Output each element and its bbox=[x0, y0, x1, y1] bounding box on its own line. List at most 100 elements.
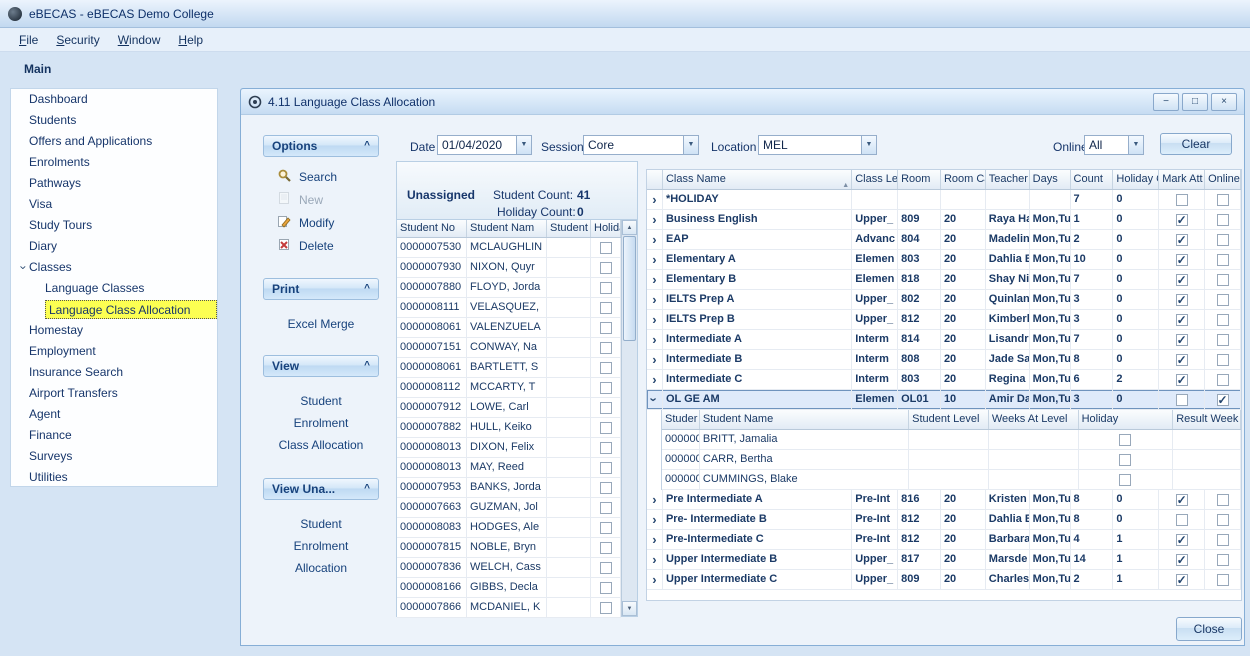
clear-button[interactable]: Clear bbox=[1160, 133, 1232, 155]
detail-column-header-studer[interactable]: Studer bbox=[662, 410, 700, 429]
expand-icon[interactable]: › bbox=[652, 313, 656, 326]
mark-att-checkbox[interactable] bbox=[1176, 554, 1188, 566]
holiday-checkbox[interactable] bbox=[1119, 434, 1131, 446]
view-class-allocation-link[interactable]: Class Allocation bbox=[263, 434, 379, 456]
column-header-mark-att[interactable]: Mark Att bbox=[1159, 170, 1205, 189]
mark-att-checkbox[interactable] bbox=[1176, 394, 1188, 406]
online-checkbox[interactable] bbox=[1217, 234, 1229, 246]
holiday-checkbox[interactable] bbox=[600, 582, 612, 594]
online-checkbox[interactable] bbox=[1217, 494, 1229, 506]
class-row[interactable]: ›OL GE AMElemenOL0110Amir DaMon,Tu30 bbox=[647, 390, 1241, 410]
online-checkbox[interactable] bbox=[1217, 214, 1229, 226]
scroll-down-icon[interactable]: ▼ bbox=[622, 601, 637, 616]
sidebar-item-dashboard[interactable]: Dashboard bbox=[11, 89, 217, 110]
online-checkbox[interactable] bbox=[1217, 354, 1229, 366]
mark-att-checkbox[interactable] bbox=[1176, 334, 1188, 346]
sidebar-item-homestay[interactable]: Homestay bbox=[11, 320, 217, 341]
unassigned-row[interactable]: 0000007882HULL, Keiko bbox=[397, 418, 621, 438]
detail-column-header-weeks-at-level[interactable]: Weeks At Level bbox=[989, 410, 1079, 429]
holiday-checkbox[interactable] bbox=[600, 482, 612, 494]
class-row[interactable]: ›Pre- Intermediate BPre-Int81220Dahlia E… bbox=[647, 510, 1241, 530]
unassigned-row[interactable]: 0000007880FLOYD, Jorda bbox=[397, 278, 621, 298]
mark-att-checkbox[interactable] bbox=[1176, 514, 1188, 526]
holiday-checkbox[interactable] bbox=[600, 542, 612, 554]
dropdown-icon[interactable]: ▼ bbox=[516, 136, 531, 154]
class-row[interactable]: ›EAPAdvanc80420MadelinMon,Tu20 bbox=[647, 230, 1241, 250]
options-panel-header[interactable]: Options ^ bbox=[263, 135, 379, 157]
class-row[interactable]: ›Pre-Intermediate CPre-Int81220BarbaraMo… bbox=[647, 530, 1241, 550]
sidebar-item-agent[interactable]: Agent bbox=[11, 404, 217, 425]
class-row[interactable]: ›Intermediate CInterm80320ReginaMon,Tu62 bbox=[647, 370, 1241, 390]
view-unassigned-panel-header[interactable]: View Una... ^ bbox=[263, 478, 379, 500]
holiday-checkbox[interactable] bbox=[600, 422, 612, 434]
mark-att-checkbox[interactable] bbox=[1176, 254, 1188, 266]
expand-icon[interactable]: › bbox=[652, 273, 656, 286]
sidebar-item-study-tours[interactable]: Study Tours bbox=[11, 215, 217, 236]
column-header-class-name[interactable]: Class Name▲ bbox=[663, 170, 852, 189]
menu-item-security[interactable]: Security bbox=[47, 30, 108, 50]
unassigned-row[interactable]: 0000007663GUZMAN, Jol bbox=[397, 498, 621, 518]
mark-att-checkbox[interactable] bbox=[1176, 234, 1188, 246]
holiday-checkbox[interactable] bbox=[600, 562, 612, 574]
sidebar-item-visa[interactable]: Visa bbox=[11, 194, 217, 215]
unassigned-row[interactable]: 0000008112MCCARTY, T bbox=[397, 378, 621, 398]
modify-button[interactable]: Modify bbox=[263, 211, 379, 234]
expand-icon[interactable]: › bbox=[652, 573, 656, 586]
holiday-checkbox[interactable] bbox=[600, 362, 612, 374]
sidebar-item-students[interactable]: Students bbox=[11, 110, 217, 131]
online-checkbox[interactable] bbox=[1217, 194, 1229, 206]
window-titlebar[interactable]: 4.11 Language Class Allocation − □ × bbox=[241, 89, 1244, 115]
view-unassigned-enrolment-link[interactable]: Enrolment bbox=[263, 535, 379, 557]
expand-icon[interactable]: › bbox=[652, 193, 656, 206]
unassigned-row[interactable]: 0000008013MAY, Reed bbox=[397, 458, 621, 478]
class-row[interactable]: ›Intermediate BInterm80820Jade SaMon,Tu8… bbox=[647, 350, 1241, 370]
class-row[interactable]: ›Elementary AElemen80320Dahlia EMon,Tu10… bbox=[647, 250, 1241, 270]
column-header-student-le[interactable]: Student Le bbox=[547, 220, 591, 237]
unassigned-row[interactable]: 0000008166GIBBS, Decla bbox=[397, 578, 621, 598]
expand-icon[interactable]: › bbox=[652, 373, 656, 386]
search-button[interactable]: Search bbox=[263, 165, 379, 188]
holiday-checkbox[interactable] bbox=[600, 342, 612, 354]
online-checkbox[interactable] bbox=[1217, 334, 1229, 346]
holiday-checkbox[interactable] bbox=[600, 442, 612, 454]
dropdown-icon[interactable]: ▼ bbox=[1128, 136, 1143, 154]
detail-column-header-student-name[interactable]: Student Name bbox=[700, 410, 909, 429]
holiday-checkbox[interactable] bbox=[600, 602, 612, 614]
class-row[interactable]: ›Pre Intermediate APre-Int81620KristenMo… bbox=[647, 490, 1241, 510]
location-select[interactable]: MEL ▼ bbox=[758, 135, 877, 155]
expand-icon[interactable]: › bbox=[652, 493, 656, 506]
holiday-checkbox[interactable] bbox=[600, 242, 612, 254]
view-unassigned-allocation-link[interactable]: Allocation bbox=[263, 557, 379, 579]
unassigned-row[interactable]: 0000008061VALENZUELA bbox=[397, 318, 621, 338]
holiday-checkbox[interactable] bbox=[600, 382, 612, 394]
mark-att-checkbox[interactable] bbox=[1176, 274, 1188, 286]
expand-icon[interactable]: › bbox=[652, 513, 656, 526]
expand-icon[interactable]: › bbox=[652, 553, 656, 566]
column-header-online[interactable]: Online bbox=[1205, 170, 1241, 189]
holiday-checkbox[interactable] bbox=[600, 462, 612, 474]
holiday-checkbox[interactable] bbox=[600, 522, 612, 534]
close-button[interactable]: Close bbox=[1176, 617, 1242, 641]
column-header-teacher[interactable]: Teacher bbox=[986, 170, 1030, 189]
menu-item-file[interactable]: File bbox=[10, 30, 47, 50]
sidebar-item-insurance-search[interactable]: Insurance Search bbox=[11, 362, 217, 383]
menu-item-window[interactable]: Window bbox=[109, 30, 170, 50]
column-header-class-lev[interactable]: Class Lev bbox=[852, 170, 898, 189]
holiday-checkbox[interactable] bbox=[600, 322, 612, 334]
sidebar-item-language-class-allocation[interactable]: Language Class Allocation bbox=[11, 299, 217, 320]
sidebar-item-utilities[interactable]: Utilities bbox=[11, 467, 217, 487]
class-row[interactable]: ›Business EnglishUpper_80920Raya HaMon,T… bbox=[647, 210, 1241, 230]
detail-row[interactable]: 000000CUMMINGS, Blake bbox=[662, 470, 1241, 490]
holiday-checkbox[interactable] bbox=[600, 402, 612, 414]
sidebar-item-offers-and-applications[interactable]: Offers and Applications bbox=[11, 131, 217, 152]
expand-icon[interactable]: › bbox=[652, 333, 656, 346]
session-select[interactable]: Core ▼ bbox=[583, 135, 699, 155]
sidebar-item-airport-transfers[interactable]: Airport Transfers bbox=[11, 383, 217, 404]
online-checkbox[interactable] bbox=[1217, 274, 1229, 286]
dropdown-icon[interactable]: ▼ bbox=[861, 136, 876, 154]
detail-row[interactable]: 000000CARR, Bertha bbox=[662, 450, 1241, 470]
column-header-student-no[interactable]: Student No bbox=[397, 220, 467, 237]
view-enrolment-link[interactable]: Enrolment bbox=[263, 412, 379, 434]
scroll-up-icon[interactable]: ▲ bbox=[622, 220, 637, 235]
column-header-room[interactable]: Room bbox=[898, 170, 941, 189]
